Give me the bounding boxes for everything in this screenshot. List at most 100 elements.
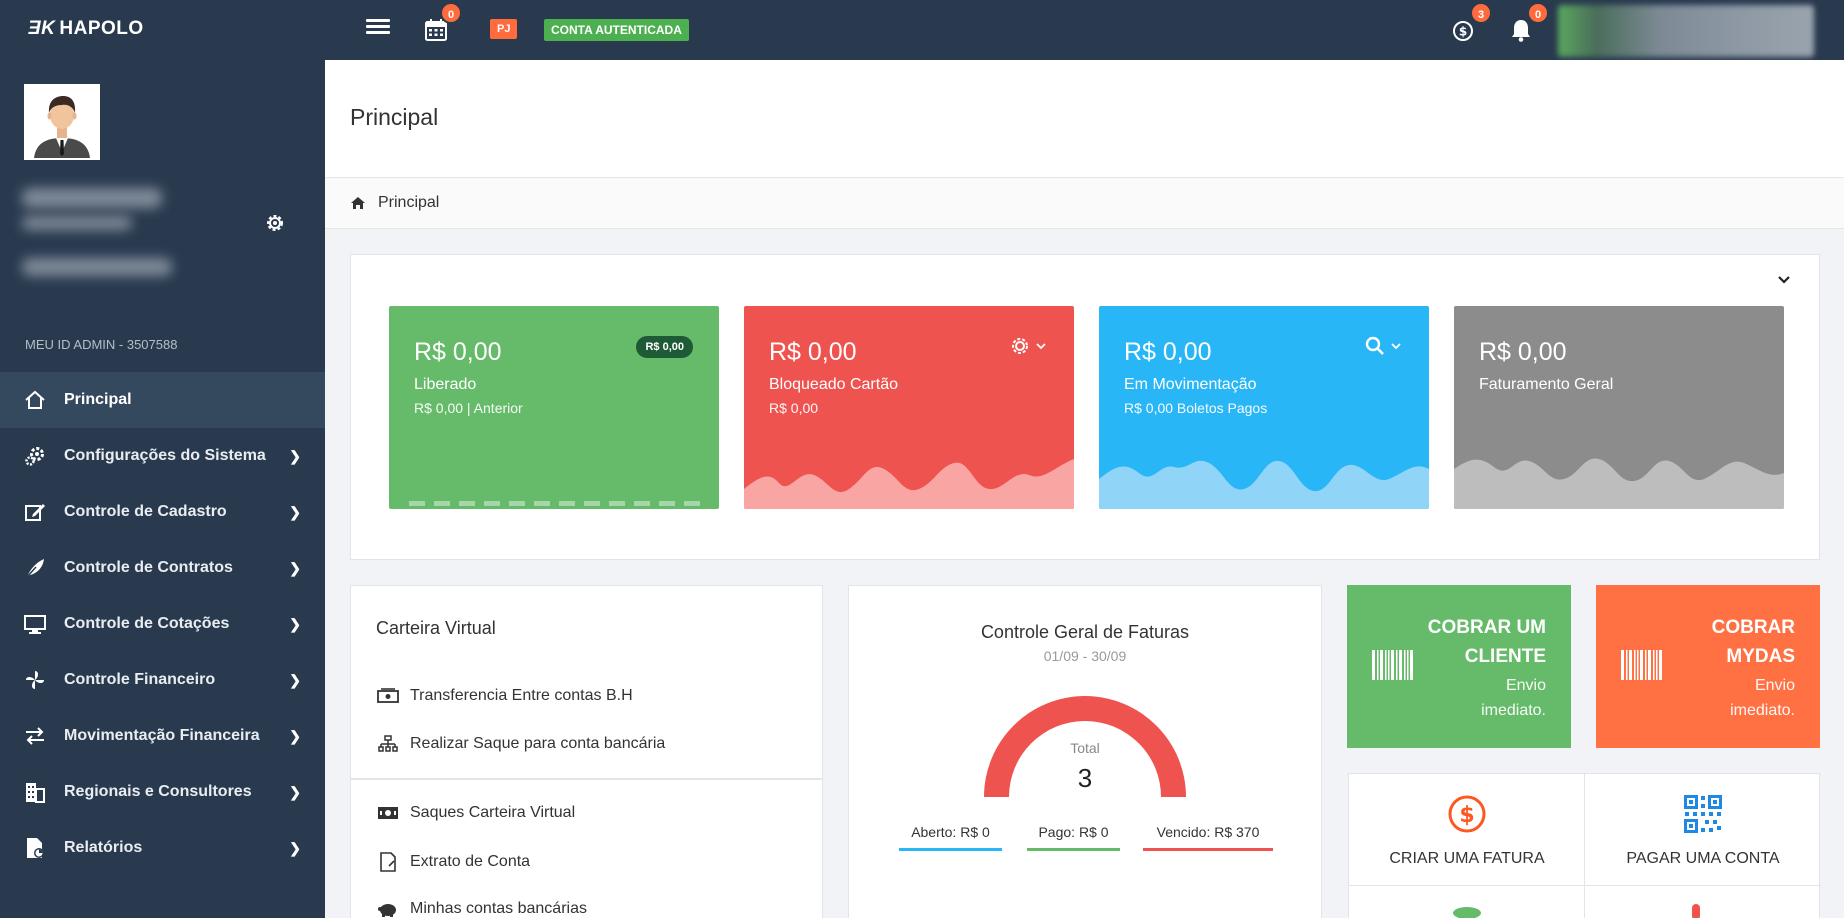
sidebar-item-label: Regionais e Consultores — [64, 783, 252, 800]
piggy-bank-icon — [376, 901, 400, 917]
wallet-item-label: Transferencia Entre contas B.H — [410, 687, 633, 704]
qrcode-icon — [1684, 795, 1722, 833]
divider — [1584, 774, 1585, 918]
chevron-right-icon: ❯ — [289, 784, 301, 800]
card-bloqueado-cartao[interactable]: R$ 0,00 Bloqueado Cartão R$ 0,00 — [744, 306, 1074, 509]
building-icon — [24, 781, 46, 803]
card-label: Em Movimentação — [1124, 376, 1257, 393]
card-sparkline — [409, 501, 700, 506]
barcode-icon — [1621, 650, 1662, 680]
quick-actions-panel: $ CRIAR UMA FATURA PAGAR UMA CONTA — [1348, 773, 1821, 918]
chevron-right-icon: ❯ — [289, 504, 301, 520]
invoices-title: Controle Geral de Faturas — [980, 622, 1190, 642]
invoices-total-value: 3 — [1077, 763, 1093, 793]
coins-icon — [1453, 907, 1481, 918]
card-sparkline — [744, 459, 1074, 509]
sidebar-item-financeiro[interactable]: Controle Financeiro ❯ — [0, 652, 325, 708]
sidebar-item-movimentacao[interactable]: Movimentação Financeira ❯ — [0, 708, 325, 764]
pagar-conta-button[interactable]: PAGAR UMA CONTA — [1585, 774, 1821, 886]
chevron-down-icon[interactable] — [1777, 273, 1791, 292]
chevron-right-icon: ❯ — [289, 616, 301, 632]
card-sub: R$ 0,00 | Anterior — [414, 400, 523, 416]
menu-toggle-icon[interactable] — [366, 19, 390, 39]
card-amount: R$ 0,00 — [414, 338, 502, 366]
user-email-blurred — [22, 258, 172, 276]
report-icon — [24, 837, 46, 859]
sitemap-icon — [376, 735, 400, 753]
user-name-blurred — [22, 188, 162, 208]
chevron-right-icon: ❯ — [289, 840, 301, 856]
wallet-item-extrato[interactable]: Extrato de Conta — [376, 852, 530, 872]
wallet-item-saque-conta[interactable]: Realizar Saque para conta bancária — [376, 735, 665, 753]
settings-gear-icon[interactable] — [264, 212, 286, 239]
wallet-item-transferencia[interactable]: Transferencia Entre contas B.H — [376, 687, 633, 705]
card-liberado[interactable]: R$ 0,00 Liberado R$ 0,00 | Anterior R$ 0… — [389, 306, 719, 509]
dollar-count-badge: 3 — [1470, 2, 1492, 24]
card-em-movimentacao[interactable]: R$ 0,00 Em Movimentação R$ 0,00 Boletos … — [1099, 306, 1429, 509]
action-title: COBRAR UM CLIENTE — [1427, 617, 1546, 667]
wallet-panel: Carteira Virtual Transferencia Entre con… — [350, 585, 823, 918]
action-title: COBRAR MYDAS — [1711, 617, 1795, 667]
quick-label: PAGAR UMA CONTA — [1626, 850, 1780, 867]
cobrar-cliente-button[interactable]: COBRAR UM CLIENTE Envio imediato. — [1347, 585, 1571, 748]
sidebar-item-contratos[interactable]: Controle de Contratos ❯ — [0, 540, 325, 596]
card-pill-badge: R$ 0,00 — [636, 336, 693, 358]
wallet-item-contas-bancarias[interactable]: Minhas contas bancárias — [376, 900, 587, 918]
breadcrumb: Principal — [325, 178, 1844, 229]
wallet-item-label: Saques Carteira Virtual — [410, 804, 576, 821]
wallet-title: Carteira Virtual — [376, 618, 496, 638]
sidebar-item-relatorios[interactable]: Relatórios ❯ — [0, 820, 325, 876]
card-amount: R$ 0,00 — [1124, 338, 1212, 366]
bell-icon[interactable] — [1510, 18, 1532, 47]
divider — [351, 778, 822, 780]
pinwheel-icon — [24, 669, 46, 691]
cobrar-mydas-button[interactable]: COBRAR MYDAS Envio imediato. — [1596, 585, 1820, 748]
brand-logo[interactable]: ƎK HAPOLO — [28, 18, 144, 40]
card-faturamento-geral[interactable]: R$ 0,00 Faturamento Geral — [1454, 306, 1784, 509]
sidebar-item-configuracoes[interactable]: Configurações do Sistema ❯ — [0, 428, 325, 484]
sidebar-item-regionais[interactable]: Regionais e Consultores ❯ — [0, 764, 325, 820]
wallet-item-label: Minhas contas bancárias — [410, 900, 587, 917]
legend-vencido: Vencido: R$ 370 — [1143, 824, 1273, 851]
sidebar-item-cotacoes[interactable]: Controle de Cotações ❯ — [0, 596, 325, 652]
barcode-icon — [1372, 650, 1413, 680]
action-subtitle: Envio imediato. — [1481, 677, 1546, 719]
dollar-circle-icon: $ — [1448, 795, 1486, 833]
card-settings-dropdown[interactable] — [1010, 336, 1046, 356]
legend-aberto: Aberto: R$ 0 — [899, 824, 1002, 851]
action-subtitle: Envio imediato. — [1730, 677, 1795, 719]
admin-id-label: MEU ID ADMIN - 3507588 — [25, 337, 178, 352]
wallet-item-saques[interactable]: Saques Carteira Virtual — [376, 804, 575, 822]
cogs-icon — [24, 445, 46, 467]
chevron-right-icon: ❯ — [289, 560, 301, 576]
chevron-right-icon: ❯ — [289, 728, 301, 744]
auth-status-badge: CONTA AUTENTICADA — [544, 19, 689, 41]
alert-icon — [1692, 904, 1700, 918]
criar-fatura-button[interactable]: $ CRIAR UMA FATURA — [1349, 774, 1585, 886]
card-search-dropdown[interactable] — [1365, 336, 1401, 356]
divider — [1349, 885, 1821, 886]
svg-text:$: $ — [1459, 803, 1474, 828]
home-icon[interactable] — [350, 195, 366, 216]
invoices-panel: Controle Geral de Faturas 01/09 - 30/09 … — [848, 585, 1322, 918]
sidebar-nav: Principal Configurações do Sistema ❯ Con… — [0, 372, 325, 876]
sidebar-item-label: Relatórios — [64, 839, 143, 856]
card-label: Faturamento Geral — [1479, 376, 1614, 393]
dollar-circle-icon[interactable]: $ — [1452, 20, 1474, 47]
wallet-item-label: Realizar Saque para conta bancária — [410, 735, 666, 752]
chevron-right-icon: ❯ — [289, 672, 301, 688]
sidebar-item-cadastro[interactable]: Controle de Cadastro ❯ — [0, 484, 325, 540]
money-icon — [376, 806, 400, 820]
breadcrumb-current[interactable]: Principal — [378, 194, 439, 212]
card-sparkline — [1454, 458, 1784, 509]
sidebar-item-principal[interactable]: Principal — [0, 372, 325, 428]
brand-mark: ƎK — [28, 18, 56, 39]
user-profile-menu[interactable] — [1558, 5, 1814, 57]
invoices-total-label: Total — [1070, 740, 1100, 756]
user-detail-blurred — [22, 216, 132, 230]
avatar[interactable] — [24, 84, 100, 160]
sidebar-item-label: Configurações do Sistema — [64, 447, 266, 464]
sidebar-item-label: Controle de Cadastro — [64, 503, 227, 520]
monitor-icon — [24, 613, 46, 635]
stats-panel: R$ 0,00 Liberado R$ 0,00 | Anterior R$ 0… — [350, 254, 1820, 560]
